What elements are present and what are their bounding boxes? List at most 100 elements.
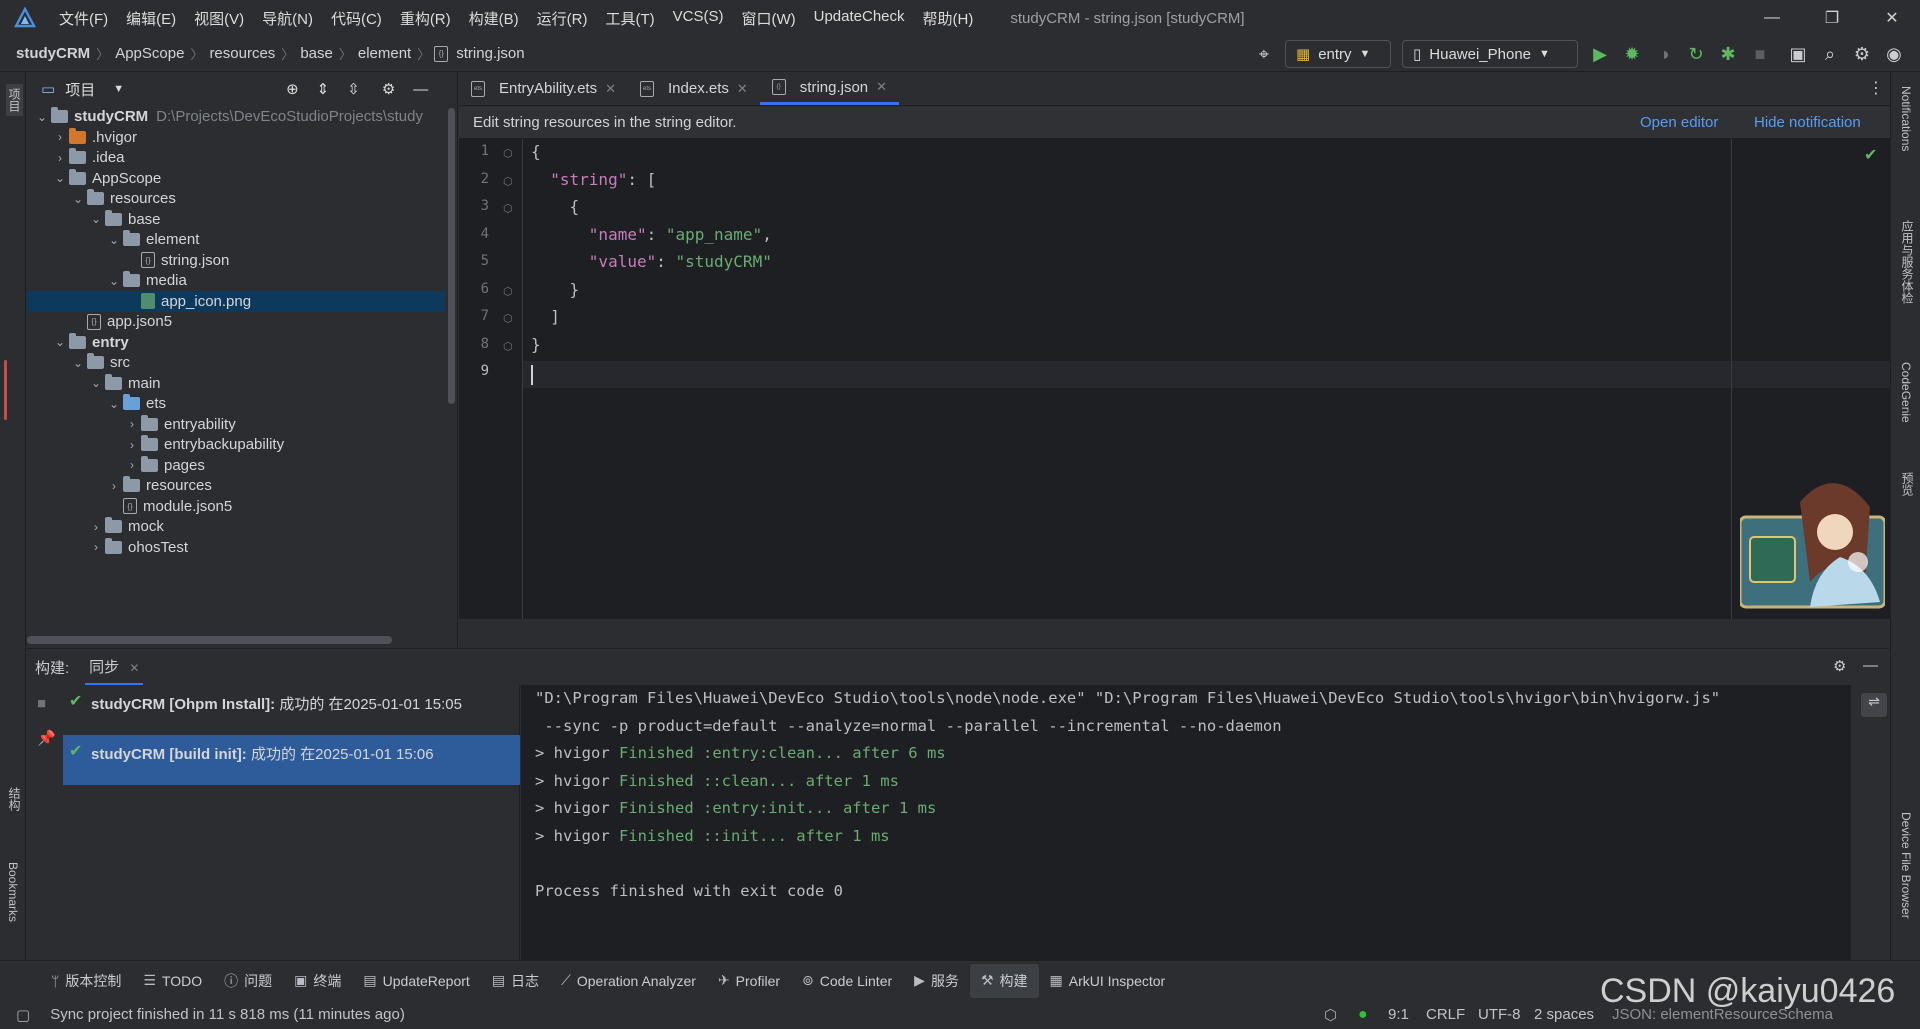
close-icon[interactable]: ✕ — [605, 81, 616, 97]
tool-window-profiler[interactable]: ✈ Profiler — [707, 964, 791, 998]
tree-item[interactable]: › mock — [27, 516, 445, 537]
menu-item[interactable]: 运行(R) — [528, 8, 597, 29]
device-selector[interactable]: ▯ Huawei_Phone ▼ — [1402, 40, 1578, 68]
tree-item[interactable]: {} app.json5 — [27, 311, 445, 332]
account-icon[interactable]: ◉ — [1878, 36, 1910, 72]
chevron-right-icon[interactable]: › — [51, 151, 69, 165]
breadcrumb-item[interactable]: AppScope — [113, 45, 186, 62]
menu-item[interactable]: VCS(S) — [664, 8, 733, 29]
menu-item[interactable]: 代码(C) — [322, 8, 391, 29]
run-icon[interactable]: ▶ — [1584, 36, 1616, 72]
tool-window-list[interactable]: ☰ TODO — [132, 964, 213, 998]
tree-item[interactable]: › .idea — [27, 147, 445, 168]
fold-marker-icon[interactable]: ⬡ — [503, 312, 513, 325]
tree-item[interactable]: {} string.json — [27, 250, 445, 271]
breadcrumb-item[interactable]: base — [298, 45, 335, 62]
project-panel-title[interactable]: 项目 — [65, 79, 95, 100]
tree-item[interactable]: › resources — [27, 475, 445, 496]
notifications-tool-button[interactable]: Notifications — [1899, 86, 1913, 151]
tool-window-inspector[interactable]: ▦ ArkUI Inspector — [1039, 964, 1177, 998]
menu-item[interactable]: 视图(V) — [185, 8, 253, 29]
tool-window-play[interactable]: ▶ 服务 — [903, 964, 970, 998]
breadcrumb-item[interactable]: resources — [207, 45, 277, 62]
tool-window-linter[interactable]: ⊚ Code Linter — [791, 964, 903, 998]
build-console[interactable]: "D:\Program Files\Huawei\DevEco Studio\t… — [521, 685, 1851, 961]
debug-icon[interactable]: ✹ — [1616, 36, 1648, 72]
tree-item[interactable]: ⌄ entry — [27, 332, 445, 353]
chevron-right-icon[interactable]: › — [105, 479, 123, 493]
fold-marker-icon[interactable]: ⬡ — [503, 175, 513, 188]
chevron-down-icon[interactable]: ⌄ — [33, 110, 51, 124]
target-icon[interactable]: ⌖ — [1248, 36, 1280, 72]
device-manager-icon[interactable]: ▣ — [1782, 36, 1814, 72]
tree-item[interactable]: ⌄ resources — [27, 188, 445, 209]
codegenie-status-icon[interactable]: ⬡ — [1324, 1006, 1337, 1024]
editor-tab[interactable]: {} string.json ✕ — [759, 72, 900, 105]
breadcrumb-item[interactable]: studyCRM — [14, 45, 92, 62]
chevron-right-icon[interactable]: › — [123, 438, 141, 452]
expand-all-icon[interactable]: ⇕ — [317, 80, 330, 98]
search-icon[interactable]: ⌕ — [1814, 36, 1846, 72]
menu-item[interactable]: 帮助(H) — [914, 8, 983, 29]
hide-panel-icon[interactable]: — — [1863, 657, 1878, 674]
project-tool-button[interactable]: 项目 — [6, 84, 23, 116]
build-item[interactable]: ✔ studyCRM [build init]: 成功的 在2025-01-01 … — [63, 735, 520, 785]
tree-item[interactable]: › ohosTest — [27, 537, 445, 558]
tree-item[interactable]: › entrybackupability — [27, 434, 445, 455]
profile-icon[interactable]: ✱ — [1712, 36, 1744, 72]
chevron-down-icon[interactable]: ⌄ — [51, 335, 69, 349]
menu-item[interactable]: 文件(F) — [50, 8, 117, 29]
tool-window-terminal[interactable]: ▣ 终端 — [283, 964, 352, 998]
tree-item[interactable]: ⌄ base — [27, 209, 445, 230]
hide-notification-link[interactable]: Hide notification — [1754, 114, 1861, 131]
file-encoding[interactable]: UTF-8 — [1478, 1006, 1521, 1023]
caret-position[interactable]: 9:1 — [1388, 1006, 1409, 1023]
tree-item[interactable]: ⌄ main — [27, 373, 445, 394]
menu-item[interactable]: 重构(R) — [391, 8, 460, 29]
chevron-down-icon[interactable]: ⌄ — [87, 212, 105, 226]
menu-item[interactable]: UpdateCheck — [805, 8, 914, 29]
module-selector[interactable]: ▦ entry ▼ — [1285, 40, 1391, 68]
chevron-down-icon[interactable]: ⌄ — [51, 171, 69, 185]
breadcrumb-item[interactable]: string.json — [454, 45, 526, 62]
chevron-down-icon[interactable]: ⌄ — [69, 356, 87, 370]
minimize-icon[interactable]: — — [1744, 0, 1800, 36]
chevron-down-icon[interactable]: ▼ — [113, 83, 124, 95]
chevron-right-icon[interactable]: › — [51, 130, 69, 144]
restore-icon[interactable]: ❐ — [1804, 0, 1860, 36]
chevron-down-icon[interactable]: ⌄ — [105, 274, 123, 288]
tree-item[interactable]: › .hvigor — [27, 127, 445, 148]
horizontal-scrollbar[interactable] — [27, 636, 392, 644]
tree-item[interactable]: › entryability — [27, 414, 445, 435]
indent-setting[interactable]: 2 spaces — [1534, 1006, 1594, 1023]
collapse-all-icon[interactable]: ⇳ — [347, 80, 360, 98]
chevron-right-icon[interactable]: › — [87, 540, 105, 554]
editor-tab[interactable]: ets Index.ets ✕ — [628, 72, 760, 105]
attach-debugger-icon[interactable]: ◑ — [1648, 36, 1680, 72]
assistant-mascot-image[interactable] — [1740, 462, 1885, 612]
chevron-down-icon[interactable]: ⌄ — [105, 233, 123, 247]
tree-item[interactable]: ⌄ media — [27, 270, 445, 291]
chevron-down-icon[interactable]: ⌄ — [69, 192, 87, 206]
tree-item[interactable]: {} module.json5 — [27, 496, 445, 517]
hide-panel-icon[interactable]: — — [413, 81, 428, 98]
soft-wrap-icon[interactable]: ⇌ — [1861, 693, 1887, 717]
bookmarks-tool-button[interactable]: Bookmarks — [6, 862, 20, 922]
chevron-right-icon[interactable]: › — [87, 520, 105, 534]
tree-item[interactable]: › pages — [27, 455, 445, 476]
tree-item[interactable]: ⌄ element — [27, 229, 445, 250]
tree-item[interactable]: ⌄ src — [27, 352, 445, 373]
breadcrumb-item[interactable]: element — [356, 45, 413, 62]
fold-marker-icon[interactable]: ⬡ — [503, 285, 513, 298]
tree-item[interactable]: ⌄ AppScope — [27, 168, 445, 189]
chevron-down-icon[interactable]: ⌄ — [105, 397, 123, 411]
stop-icon[interactable]: ■ — [37, 695, 46, 712]
preview-tool-button[interactable]: 预览 — [1899, 472, 1916, 496]
chevron-down-icon[interactable]: ⌄ — [87, 376, 105, 390]
tree-item[interactable]: app_icon.png — [27, 290, 445, 312]
gear-icon[interactable]: ⚙ — [382, 80, 395, 98]
tab-sync[interactable]: 同步 ✕ — [85, 650, 144, 685]
codegenie-tool-button[interactable]: CodeGenie — [1899, 362, 1913, 423]
structure-tool-button[interactable]: 结构 — [6, 787, 23, 811]
chevron-right-icon[interactable]: › — [123, 417, 141, 431]
